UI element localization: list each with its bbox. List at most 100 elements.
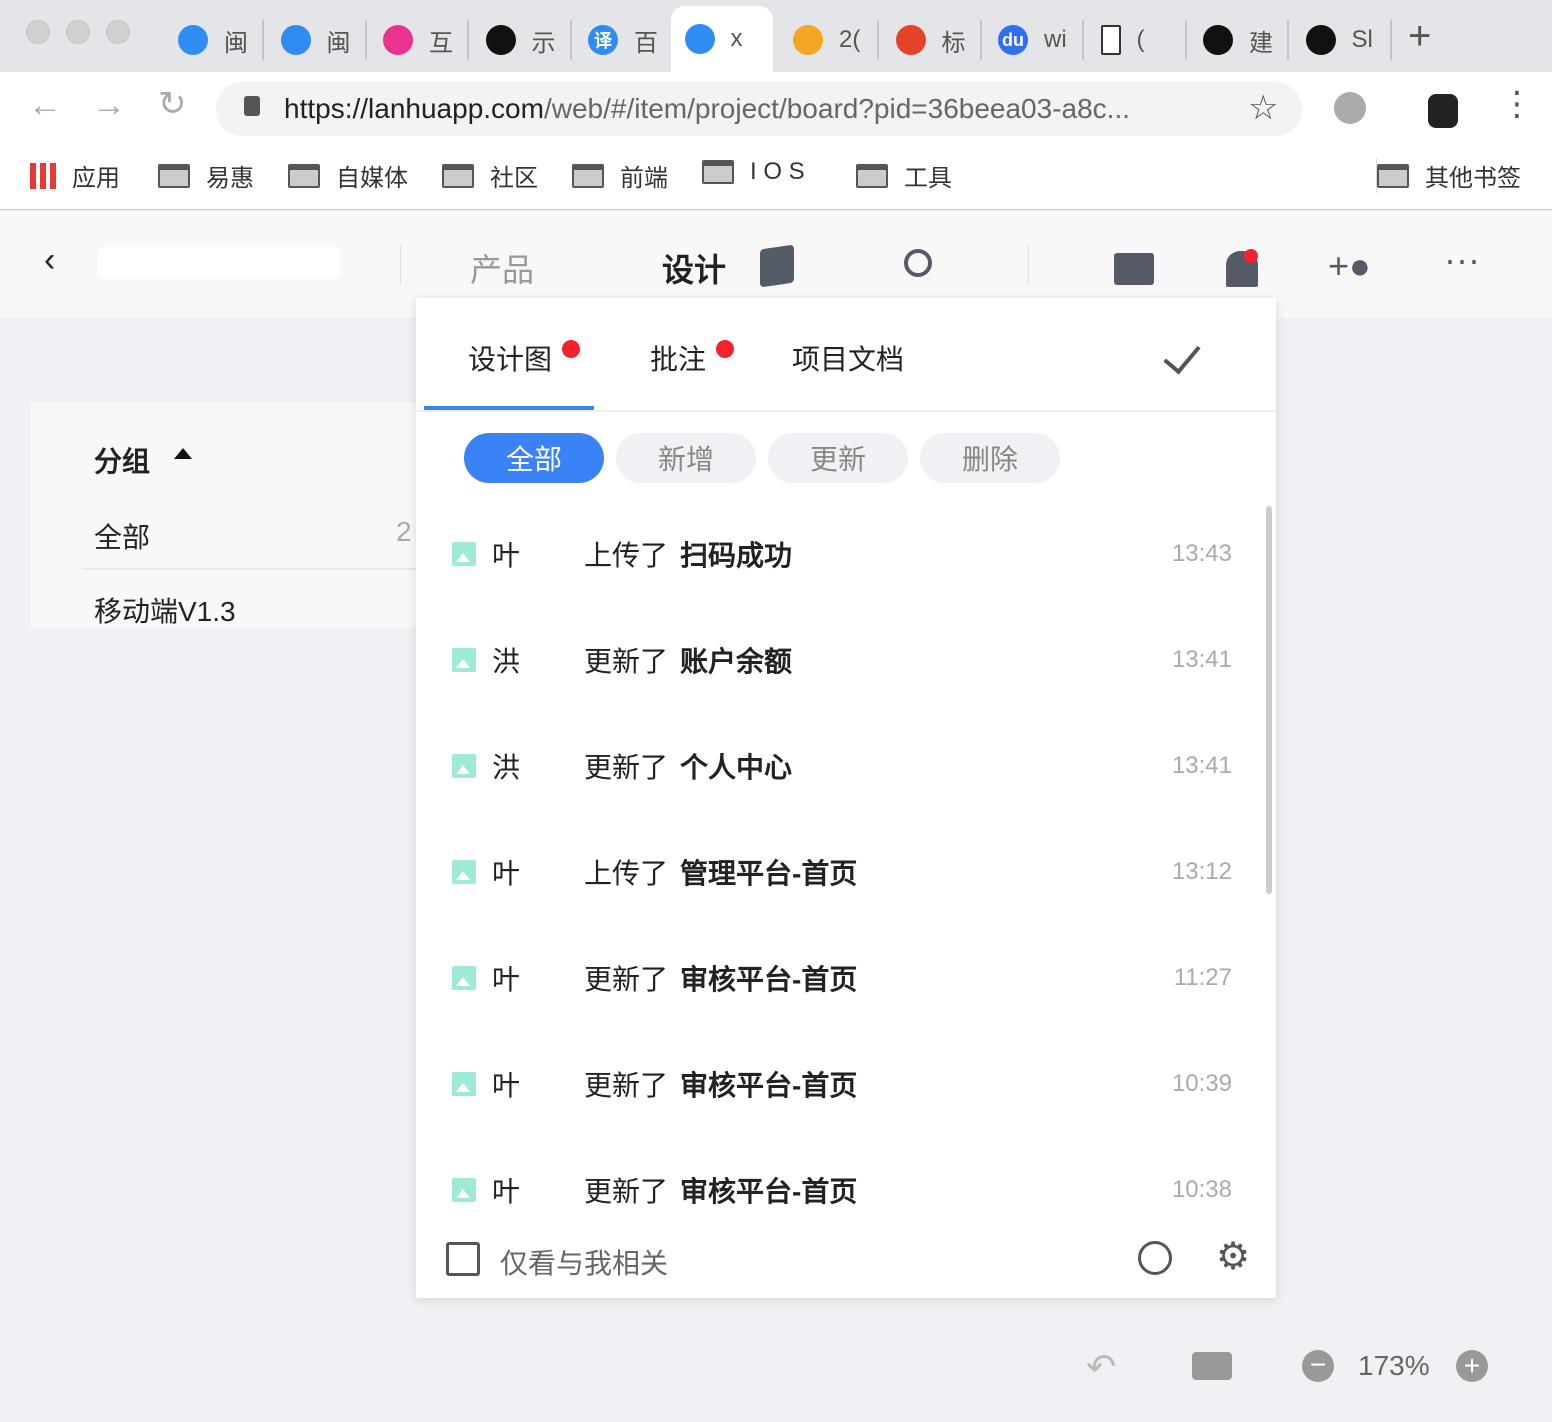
target-name[interactable]: 审核平台-首页: [680, 958, 857, 998]
new-tab-button[interactable]: +: [1408, 14, 1431, 59]
back-chevron-icon[interactable]: ‹: [44, 241, 55, 280]
tab-strip: 闽闽互示译百 x 2(标 du wi(建 Sl +: [0, 0, 1552, 72]
timestamp: 11:27: [1173, 964, 1232, 991]
image-icon: [452, 648, 476, 672]
tab-title: 标: [941, 29, 966, 57]
target-name[interactable]: 审核平台-首页: [680, 1170, 857, 1210]
close-window-button[interactable]: [26, 20, 50, 44]
bookmark-folder[interactable]: 社区: [442, 158, 538, 193]
activity-row[interactable]: 洪 更新了 个人中心 13:41: [452, 746, 1232, 786]
activity-row[interactable]: 叶 更新了 审核平台-首页 10:39: [452, 1064, 1232, 1104]
bookmark-folder[interactable]: 自媒体: [288, 158, 408, 193]
menu-icon[interactable]: ⋮: [1500, 84, 1534, 124]
browser-tab[interactable]: 互: [369, 8, 471, 72]
folder-icon: [856, 163, 888, 188]
maximize-window-button[interactable]: [106, 20, 130, 44]
badge-dot: [562, 340, 581, 358]
bookmark-folder[interactable]: 工具: [856, 158, 952, 193]
profile-avatar[interactable]: [1428, 94, 1458, 128]
bookmark-label: 应用: [72, 165, 120, 192]
tab-docs[interactable]: 项目文档: [792, 338, 904, 378]
bookmark-folder[interactable]: I O S: [702, 158, 805, 186]
target-name[interactable]: 管理平台-首页: [680, 852, 857, 892]
browser-tab[interactable]: 示: [472, 8, 574, 72]
folder-icon[interactable]: [1114, 253, 1154, 285]
keyboard-icon[interactable]: [1192, 1352, 1232, 1380]
back-button[interactable]: ←: [28, 86, 62, 125]
extension-icon[interactable]: [1334, 92, 1366, 124]
notification-dot: [1244, 249, 1258, 263]
browser-tab[interactable]: 闽: [267, 8, 369, 72]
design-play-icon[interactable]: [760, 244, 794, 288]
activity-row[interactable]: 叶 更新了 审核平台-首页 10:38: [452, 1170, 1232, 1210]
badge-dot: [716, 340, 735, 358]
nav-product[interactable]: 产品: [470, 245, 534, 291]
browser-tab[interactable]: x: [670, 6, 773, 72]
group-item-mobile[interactable]: 移动端V1.3: [94, 590, 236, 630]
history-clock-icon[interactable]: [1138, 1241, 1172, 1275]
only-mine-checkbox[interactable]: [446, 1242, 480, 1276]
activity-row[interactable]: 叶 上传了 扫码成功 13:43: [452, 534, 1232, 574]
apps-grid-icon: [30, 162, 56, 189]
forward-button[interactable]: →: [92, 86, 126, 125]
group-item-all[interactable]: 全部: [94, 516, 150, 556]
activity-row[interactable]: 洪 更新了 账户余额 13:41: [452, 640, 1232, 680]
scrollbar[interactable]: [1266, 506, 1272, 894]
action: 更新了: [584, 752, 669, 783]
filter-pill[interactable]: 更新: [768, 433, 908, 483]
target-name[interactable]: 扫码成功: [680, 534, 792, 574]
activity-row[interactable]: 叶 上传了 管理平台-首页 13:12: [452, 852, 1232, 892]
url-host: https://lanhuapp.com: [284, 93, 544, 124]
folder-icon: [288, 163, 320, 188]
minimize-window-button[interactable]: [66, 20, 90, 44]
browser-tab[interactable]: 2(: [779, 8, 881, 72]
tab-separator: [877, 20, 879, 60]
tab-title: Sl: [1351, 26, 1373, 53]
folder-icon: [1377, 163, 1409, 188]
nav-design[interactable]: 设计: [662, 245, 726, 291]
filter-pill[interactable]: 全部: [464, 433, 604, 483]
address-bar[interactable]: https://lanhuapp.com/web/#/item/project/…: [216, 82, 1302, 136]
group-title[interactable]: 分组: [94, 440, 150, 480]
bookmark-folder[interactable]: 易惠: [158, 158, 254, 193]
more-icon[interactable]: ···: [1444, 239, 1480, 281]
project-name[interactable]: [98, 247, 340, 279]
activity-row[interactable]: 叶 更新了 审核平台-首页 11:27: [452, 958, 1232, 998]
bookmark-star-icon[interactable]: ☆: [1248, 88, 1278, 128]
bookmark-apps[interactable]: 应用: [30, 158, 120, 193]
folder-icon: [442, 163, 474, 188]
search-icon[interactable]: [904, 249, 932, 277]
add-member-icon[interactable]: +●: [1328, 245, 1371, 287]
settings-gear-icon[interactable]: ⚙: [1216, 1234, 1250, 1279]
browser-tab[interactable]: du wi: [984, 8, 1086, 72]
favicon-icon: 译: [588, 25, 618, 55]
zoom-out-button[interactable]: −: [1302, 1350, 1334, 1382]
tab-title: 建: [1249, 29, 1273, 57]
zoom-in-button[interactable]: +: [1456, 1350, 1488, 1382]
filter-pill[interactable]: 删除: [920, 433, 1060, 483]
filter-pill[interactable]: 新增: [616, 433, 756, 483]
caret-up-icon[interactable]: [174, 448, 192, 459]
tab-design[interactable]: 设计图: [468, 338, 581, 378]
user-name: 叶: [492, 964, 521, 995]
tab-separator: [467, 20, 469, 60]
browser-tab[interactable]: (: [1087, 8, 1189, 72]
tab-title: 2(: [839, 26, 861, 53]
browser-tab[interactable]: 闽: [164, 8, 266, 72]
browser-tab[interactable]: Sl: [1292, 8, 1394, 72]
mark-read-check-icon[interactable]: [1163, 335, 1201, 375]
bookmark-label: 工具: [904, 165, 952, 192]
timestamp: 13:12: [1171, 858, 1232, 885]
bell-icon[interactable]: [1226, 249, 1258, 287]
browser-tab[interactable]: 标: [882, 8, 984, 72]
browser-tab[interactable]: 译百: [574, 8, 676, 72]
undo-icon[interactable]: ↶: [1086, 1346, 1116, 1388]
target-name[interactable]: 审核平台-首页: [680, 1064, 857, 1104]
target-name[interactable]: 个人中心: [680, 746, 792, 786]
other-bookmarks[interactable]: 其他书签: [1376, 158, 1521, 193]
browser-tab[interactable]: 建: [1189, 8, 1291, 72]
reload-button[interactable]: ↻: [158, 84, 187, 124]
tab-comments[interactable]: 批注: [650, 338, 735, 378]
bookmark-folder[interactable]: 前端: [572, 158, 668, 193]
target-name[interactable]: 账户余额: [680, 640, 792, 680]
